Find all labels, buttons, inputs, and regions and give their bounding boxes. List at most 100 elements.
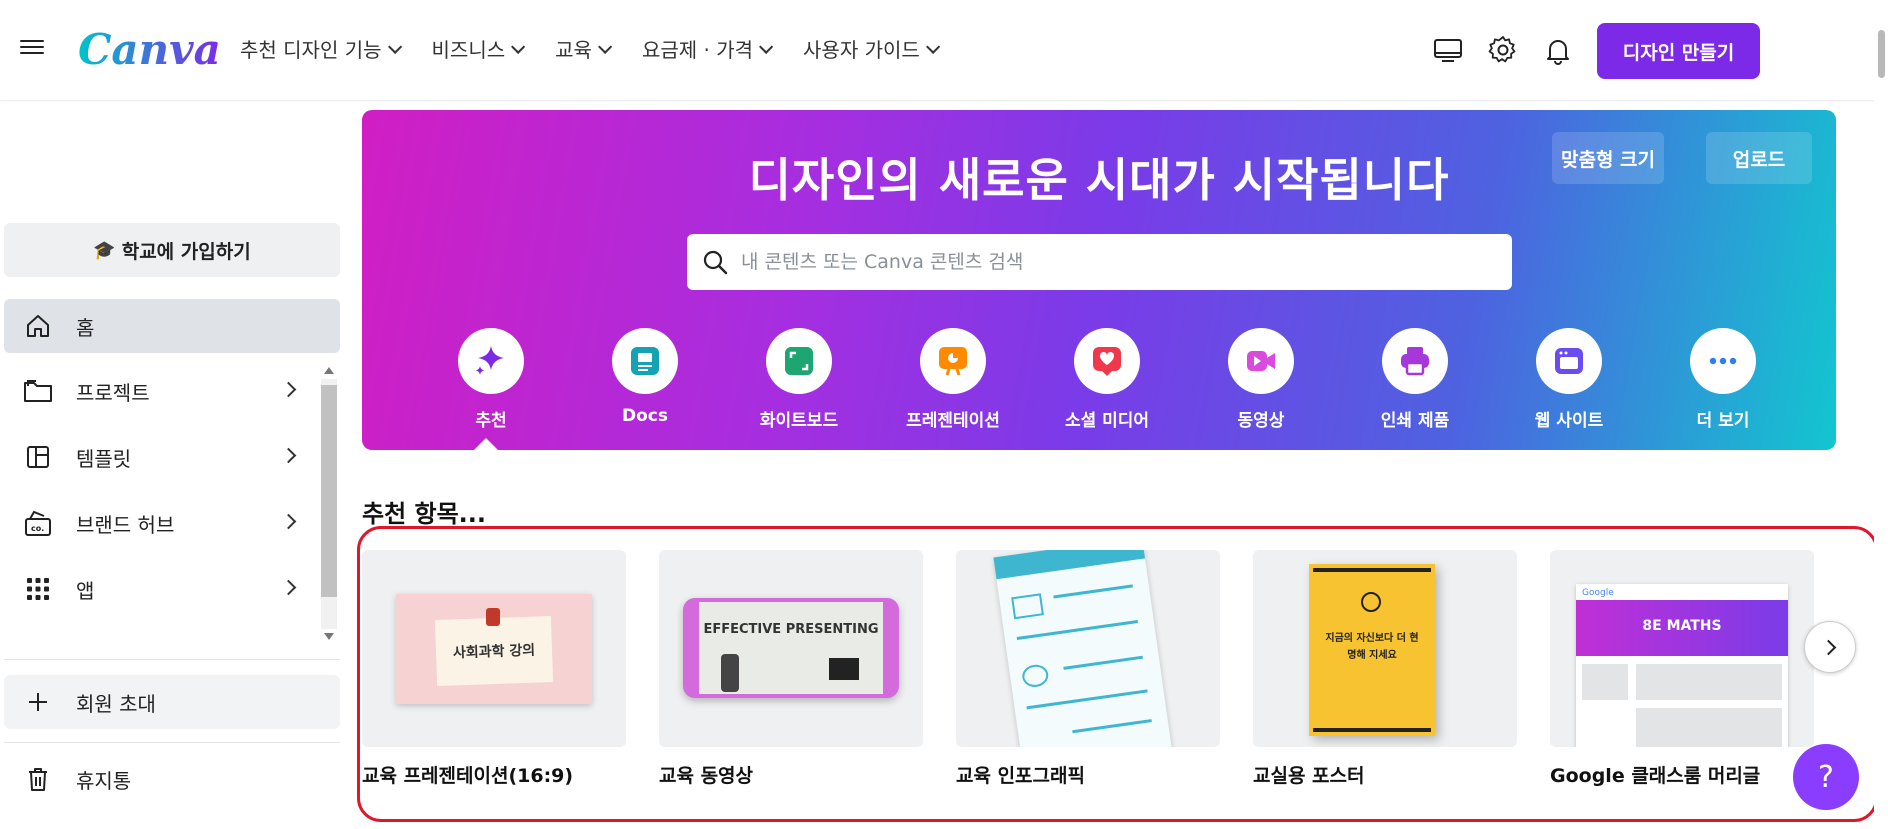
- category-label: 웹 사이트: [1534, 411, 1604, 431]
- nav-education-label: 교육: [555, 38, 592, 62]
- divider: [4, 659, 340, 660]
- category-label: 인쇄 제품: [1380, 411, 1450, 431]
- card-label: 교육 동영상: [659, 765, 754, 787]
- settings-icon[interactable]: [1487, 34, 1519, 66]
- nav-pricing[interactable]: 요금제 · 가격: [641, 34, 774, 63]
- scrollbar-thumb[interactable]: [1878, 30, 1885, 78]
- plus-icon: [22, 686, 54, 718]
- scroll-up-arrow[interactable]: [324, 367, 334, 374]
- design-categories: 추천 Docs 화이트보드 프레젠테이션 소셜 미디어 동영상 인쇄 제품 웹 …: [414, 328, 1800, 431]
- nav-education[interactable]: 교육: [555, 34, 613, 63]
- presentation-icon: [920, 328, 986, 394]
- thumbnail-text: EFFECTIVE PRESENTING: [703, 622, 879, 637]
- template-card-google-classroom-header[interactable]: Google 8E MATHS Google 클래스룸 머리글: [1550, 550, 1814, 788]
- top-navigation-bar: Canva 추천 디자인 기능 비즈니스 교육 요금제 · 가격 사용자 가이드…: [0, 0, 1888, 101]
- printer-icon: [1382, 328, 1448, 394]
- nav-featured[interactable]: 추천 디자인 기능: [240, 34, 402, 63]
- desktop-icon[interactable]: [1432, 34, 1464, 66]
- nav-pricing-label: 요금제 · 가격: [641, 38, 754, 62]
- chevron-down-icon: [925, 39, 940, 54]
- category-label: 화이트보드: [759, 411, 839, 431]
- invite-members-button[interactable]: 회원 초대: [4, 675, 340, 729]
- template-card-edu-presentation[interactable]: 사회과학 강의 교육 프레젠테이션(16:9): [362, 550, 626, 788]
- chevron-right-icon: [280, 447, 297, 464]
- thumbnail-text: 사회과학 강의: [434, 615, 554, 687]
- scroll-down-arrow[interactable]: [324, 633, 334, 640]
- template-card-edu-video[interactable]: EFFECTIVE PRESENTING 교육 동영상: [659, 550, 923, 788]
- sidebar-item-templates[interactable]: 템플릿: [4, 430, 340, 484]
- sidebar: 🎓 학교에 가입하기 홈 프로젝트 템플릿 co. 브랜드 허브 앱 회원 초대: [0, 101, 346, 829]
- card-label: 교육 인포그래픽: [956, 765, 1085, 787]
- bell-icon[interactable]: [1542, 34, 1574, 66]
- sidebar-item-trash[interactable]: 휴지통: [4, 752, 340, 806]
- menu-icon[interactable]: [20, 36, 44, 60]
- category-presentation[interactable]: 프레젠테이션: [876, 328, 1030, 431]
- custom-size-button[interactable]: 맞춤형 크기: [1552, 132, 1664, 184]
- template-card-class-poster[interactable]: 지금의 자신보다 더 현명해 지세요 교실용 포스터: [1253, 550, 1517, 788]
- folder-icon: [22, 375, 54, 407]
- template-thumbnail: Google 8E MATHS: [1550, 550, 1814, 747]
- category-whiteboard[interactable]: 화이트보드: [722, 328, 876, 431]
- chevron-right-icon: [280, 513, 297, 530]
- scrollbar-thumb[interactable]: [321, 385, 337, 597]
- hero-banner: 디자인의 새로운 시대가 시작됩니다 맞춤형 크기 업로드 추천 Docs 화이…: [362, 110, 1836, 450]
- chevron-right-icon: [280, 579, 297, 596]
- search-icon: [701, 248, 729, 276]
- template-thumbnail: EFFECTIVE PRESENTING: [659, 550, 923, 747]
- sidebar-item-apps[interactable]: 앱: [4, 562, 340, 616]
- trash-icon: [22, 763, 54, 795]
- divider: [4, 742, 340, 743]
- chevron-down-icon: [387, 39, 402, 54]
- brand-hub-icon: co.: [22, 507, 54, 539]
- category-label: 더 보기: [1696, 411, 1750, 431]
- category-social-media[interactable]: 소셜 미디어: [1030, 328, 1184, 431]
- video-icon: [1228, 328, 1294, 394]
- template-icon: [22, 441, 54, 473]
- category-label: 추천: [475, 411, 507, 431]
- sidebar-item-label: 앱: [76, 578, 95, 603]
- category-print[interactable]: 인쇄 제품: [1338, 328, 1492, 431]
- chevron-down-icon: [597, 39, 613, 54]
- chevron-right-icon: [280, 381, 297, 398]
- recommended-title: 추천 항목...: [362, 500, 487, 528]
- nav-user-guide[interactable]: 사용자 가이드: [803, 34, 940, 63]
- category-label: 동영상: [1237, 411, 1285, 431]
- sidebar-item-brand-hub[interactable]: co. 브랜드 허브: [4, 496, 340, 550]
- sidebar-item-projects[interactable]: 프로젝트: [4, 364, 340, 418]
- home-icon: [22, 310, 54, 342]
- card-label: 교실용 포스터: [1253, 765, 1365, 787]
- main-nav: 추천 디자인 기능 비즈니스 교육 요금제 · 가격 사용자 가이드: [240, 34, 970, 63]
- category-label: 소셜 미디어: [1064, 411, 1150, 431]
- card-label: Google 클래스룸 머리글: [1550, 765, 1761, 787]
- template-card-edu-infographic[interactable]: 교육 인포그래픽: [956, 550, 1220, 788]
- sidebar-item-label: 템플릿: [76, 446, 132, 471]
- sidebar-item-home[interactable]: 홈: [4, 299, 340, 353]
- category-docs[interactable]: Docs: [568, 328, 722, 431]
- chevron-right-icon: [1820, 639, 1836, 655]
- page-scrollbar[interactable]: [1874, 0, 1888, 829]
- invite-label: 회원 초대: [76, 691, 156, 716]
- create-design-button[interactable]: 디자인 만들기: [1597, 23, 1760, 79]
- category-label: 프레젠테이션: [906, 411, 1000, 431]
- help-button[interactable]: ?: [1793, 744, 1859, 810]
- canva-logo[interactable]: Canva: [78, 22, 221, 78]
- category-recommended[interactable]: 추천: [414, 328, 568, 431]
- join-school-button[interactable]: 🎓 학교에 가입하기: [4, 223, 340, 277]
- category-label: Docs: [622, 406, 668, 426]
- category-website[interactable]: 웹 사이트: [1492, 328, 1646, 431]
- card-label: 교육 프레젠테이션(16:9): [362, 765, 574, 787]
- heart-icon: [1074, 328, 1140, 394]
- chevron-down-icon: [759, 39, 774, 54]
- more-icon: [1690, 328, 1756, 394]
- whiteboard-icon: [766, 328, 832, 394]
- nav-business[interactable]: 비즈니스: [432, 34, 526, 63]
- template-thumbnail: 지금의 자신보다 더 현명해 지세요: [1253, 550, 1517, 747]
- carousel-next-button[interactable]: [1804, 621, 1856, 673]
- template-thumbnail: 사회과학 강의: [362, 550, 626, 747]
- svg-text:co.: co.: [31, 524, 44, 533]
- search-input[interactable]: [741, 242, 1481, 282]
- upload-button[interactable]: 업로드: [1706, 132, 1812, 184]
- sidebar-scrollbar[interactable]: [318, 365, 340, 643]
- category-more[interactable]: 더 보기: [1646, 328, 1800, 431]
- category-video[interactable]: 동영상: [1184, 328, 1338, 431]
